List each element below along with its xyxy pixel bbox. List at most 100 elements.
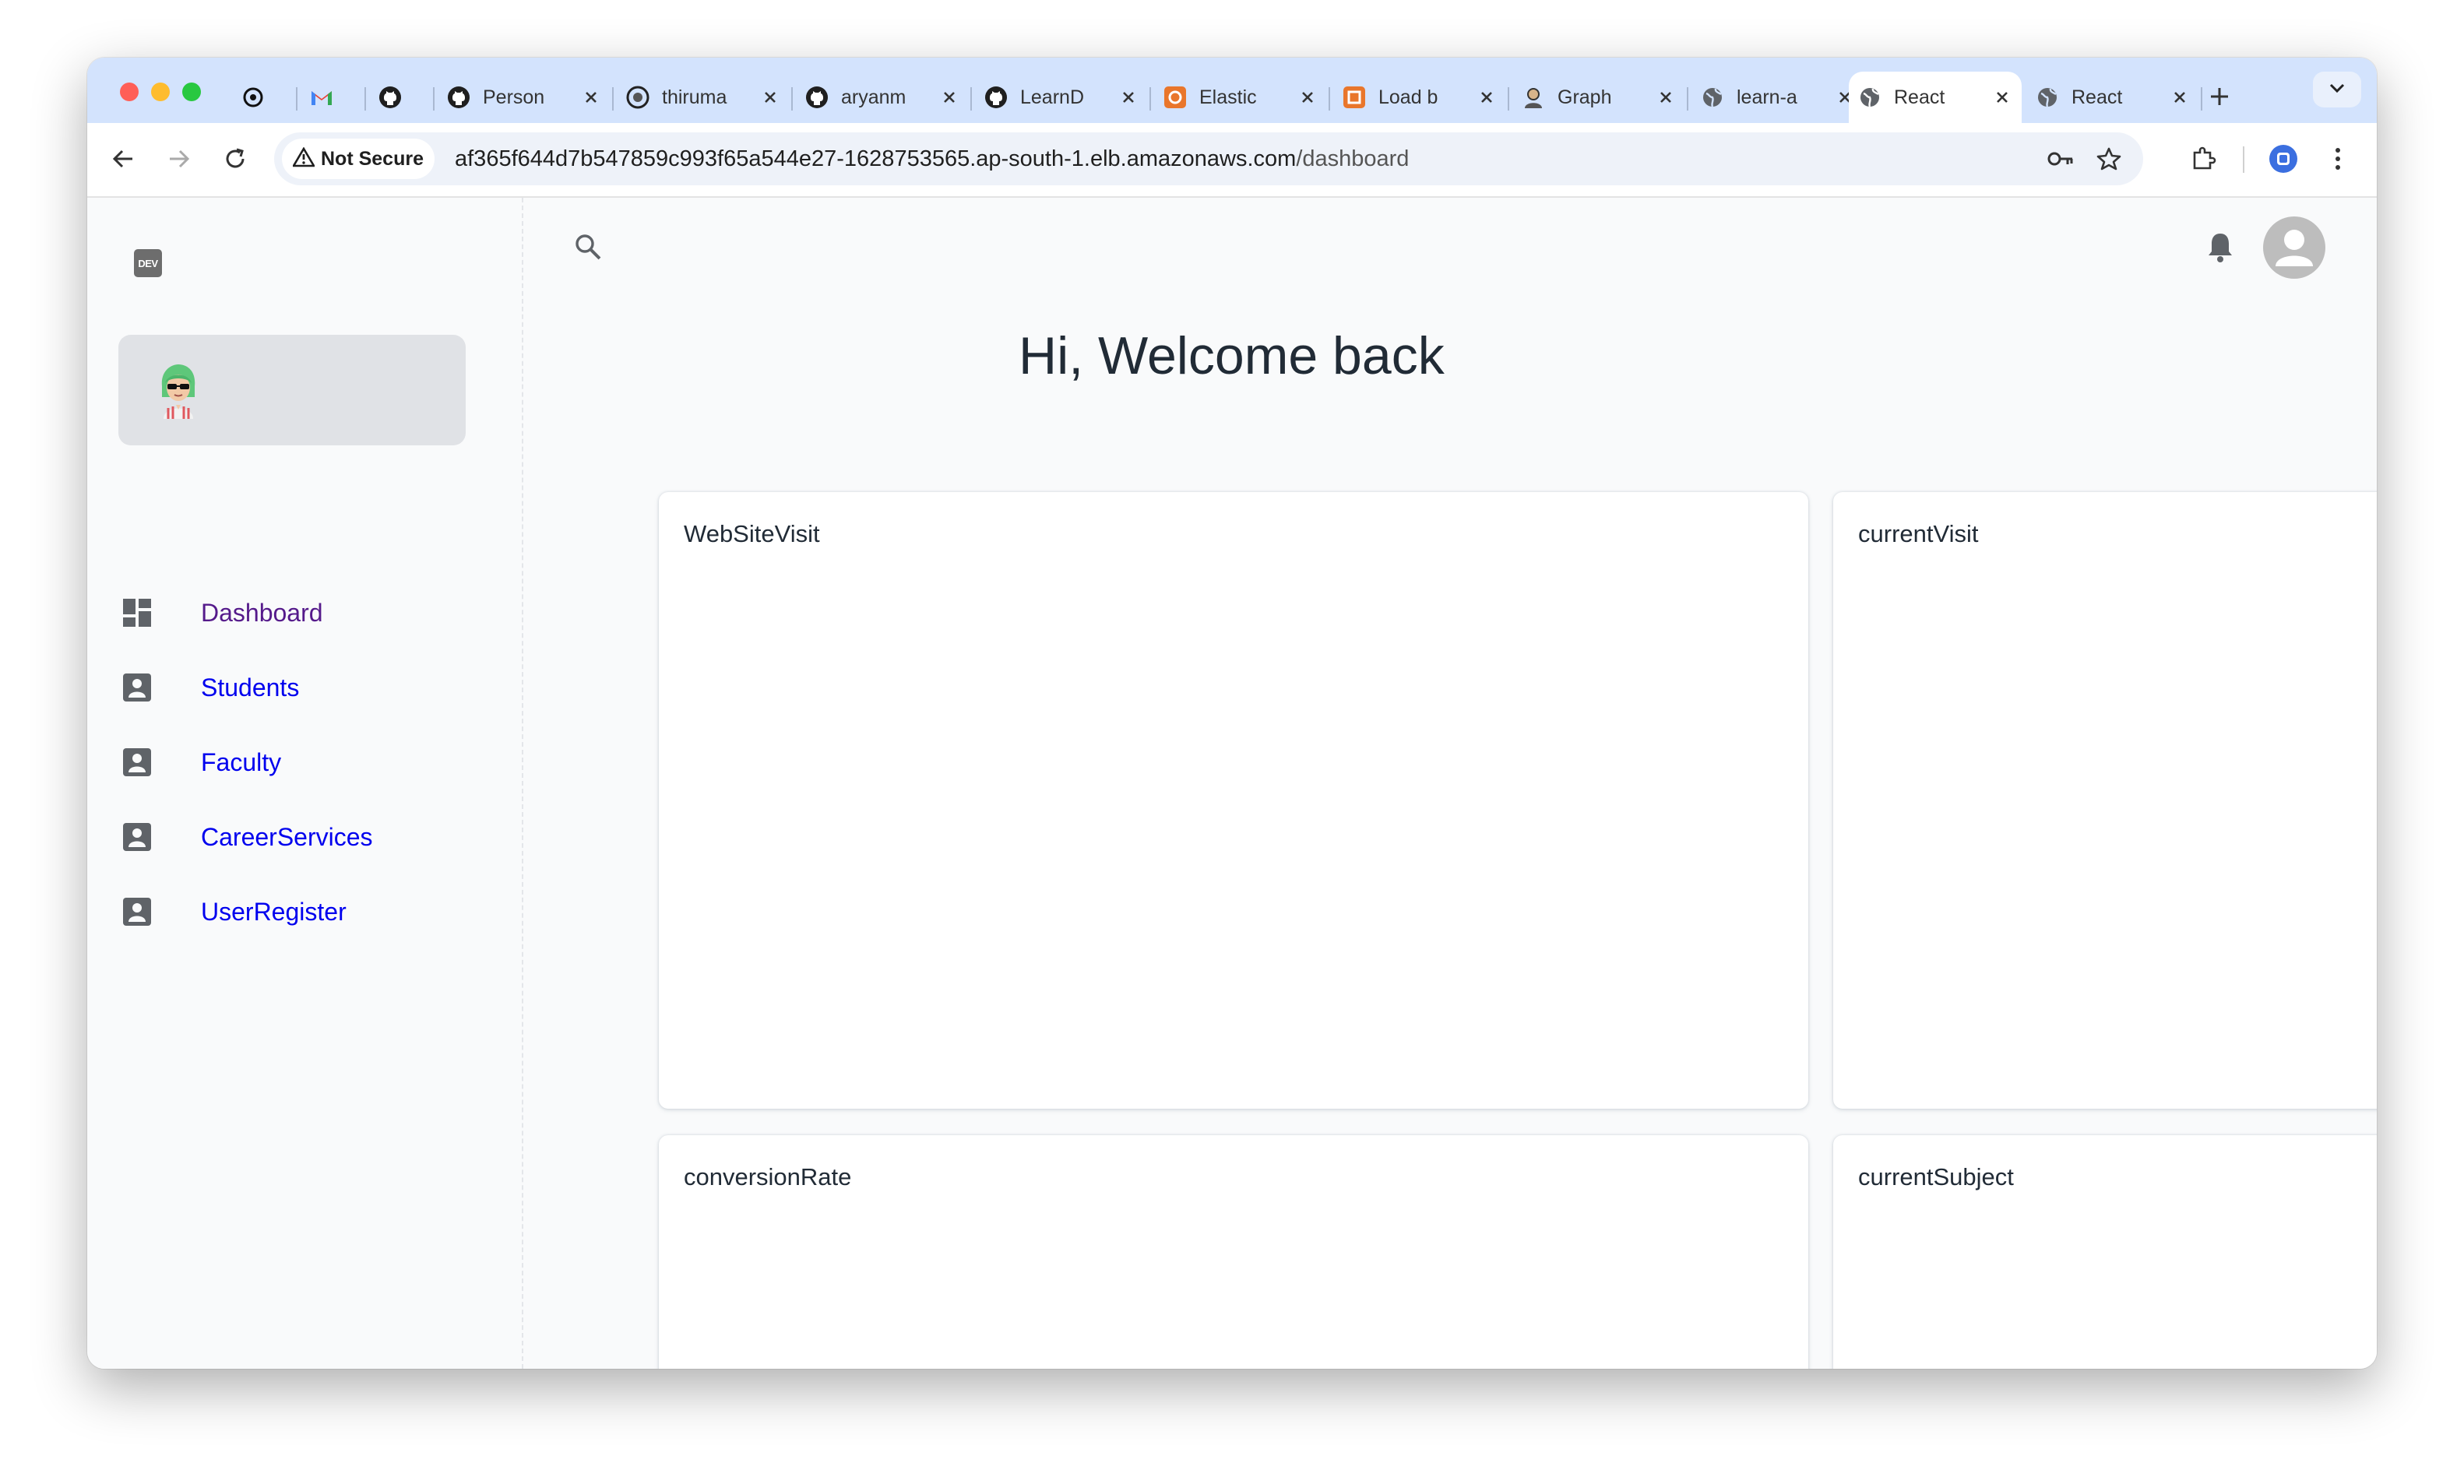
account-card[interactable] (118, 335, 466, 445)
github-icon (378, 86, 402, 109)
web-app: DEV Dashboard Students Faculty CareerSer… (87, 198, 2377, 1369)
app-logo[interactable]: DEV (134, 249, 162, 277)
person-icon (2263, 230, 2325, 279)
nav-label: UserRegister (201, 897, 347, 926)
tab-label: Elastic (1199, 86, 1257, 108)
url-text: af365f644d7b547859c993f65a544e27-1628753… (455, 146, 1409, 172)
profile-icon[interactable] (2268, 143, 2299, 174)
address-bar[interactable]: Not Secure af365f644d7b547859c993f65a544… (274, 132, 2143, 185)
main-content: Hi, Welcome back WebSiteVisit currentVis… (523, 198, 2377, 1369)
tab-separator (2201, 87, 2202, 111)
close-tab-icon[interactable] (760, 87, 780, 107)
card-title: currentSubject (1858, 1163, 2014, 1190)
account-box-icon (120, 820, 154, 854)
tab-person[interactable]: Person (438, 72, 611, 123)
nav-item-user-register[interactable]: UserRegister (111, 878, 477, 945)
tab-label: thiruma (662, 86, 727, 108)
tab-gmail[interactable] (301, 72, 363, 123)
minimize-window-button[interactable] (151, 83, 170, 101)
nav-label: Students (201, 673, 300, 702)
account-box-icon (120, 895, 154, 929)
user-avatar-button[interactable] (2263, 216, 2325, 279)
close-tab-icon[interactable] (939, 87, 959, 107)
account-box-icon (120, 670, 154, 705)
tab-label: React (2072, 86, 2123, 108)
gmail-icon (310, 86, 333, 109)
reload-button[interactable] (220, 143, 251, 174)
close-tab-icon[interactable] (1297, 87, 1318, 107)
more-options-icon[interactable] (2322, 143, 2353, 174)
page-title: Hi, Welcome back (1019, 326, 1445, 385)
tab-separator (296, 87, 297, 111)
maximize-window-button[interactable] (182, 83, 201, 101)
tab-separator (1687, 87, 1688, 111)
close-tab-icon[interactable] (1656, 87, 1676, 107)
tab-github[interactable] (369, 72, 431, 123)
tab-label: Person (483, 86, 545, 108)
tab-aryanm[interactable]: aryanm (796, 72, 969, 123)
nav-item-dashboard[interactable]: Dashboard (111, 579, 477, 646)
bell-icon (2206, 230, 2234, 267)
extensions-icon[interactable] (2188, 143, 2219, 174)
close-tab-icon[interactable] (581, 87, 601, 107)
avatar-icon (1522, 86, 1545, 109)
close-tab-icon[interactable] (1118, 87, 1139, 107)
tab-label: LearnD (1020, 86, 1084, 108)
url-path: /dashboard (1296, 146, 1410, 171)
tab-graph[interactable]: Graph (1512, 72, 1685, 123)
account-box-icon (120, 745, 154, 779)
tab-separator (791, 87, 793, 111)
dashboard-icon (120, 596, 154, 630)
globe-icon (1701, 86, 1724, 109)
close-tab-icon[interactable] (1477, 87, 1497, 107)
close-window-button[interactable] (120, 83, 139, 101)
tab-chatgpt[interactable] (232, 72, 294, 123)
tab-thiruma[interactable]: thiruma (617, 72, 790, 123)
browser-toolbar: Not Secure af365f644d7b547859c993f65a544… (87, 123, 2377, 198)
card-website-visit: WebSiteVisit (659, 492, 1808, 1109)
nav-item-faculty[interactable]: Faculty (111, 729, 477, 796)
password-key-icon[interactable] (2047, 145, 2075, 173)
back-button[interactable] (107, 143, 139, 174)
card-current-subject: currentSubject (1833, 1135, 2377, 1369)
github-avatar-icon (626, 86, 649, 109)
card-current-visit: currentVisit (1833, 492, 2377, 1109)
tab-learnd[interactable]: LearnD (975, 72, 1148, 123)
close-tab-icon[interactable] (2170, 87, 2190, 107)
forward-button[interactable] (164, 143, 195, 174)
nav-label: Faculty (201, 747, 282, 776)
tab-separator (1329, 87, 1330, 111)
tab-react-active[interactable]: React (1849, 72, 2022, 123)
tab-label: Graph (1558, 86, 1612, 108)
search-icon (573, 232, 603, 266)
github-icon (805, 86, 829, 109)
security-label: Not Secure (321, 147, 424, 170)
tab-elastic[interactable]: Elastic (1154, 72, 1327, 123)
tab-strip: Person thiruma aryanm LearnD Elastic Loa… (87, 58, 2377, 123)
globe-icon (2036, 86, 2059, 109)
github-icon (447, 86, 470, 109)
nav-item-students[interactable]: Students (111, 654, 477, 721)
nav-item-career-services[interactable]: CareerServices (111, 804, 477, 870)
tab-label: learn-a (1737, 86, 1797, 108)
tab-learn-a[interactable]: learn-a (1691, 72, 1864, 123)
nav-label: Dashboard (201, 598, 323, 627)
nav-label: CareerServices (201, 822, 373, 851)
tab-react[interactable]: React (2026, 72, 2199, 123)
openai-icon (241, 86, 265, 109)
tab-separator (1508, 87, 1509, 111)
bookmark-star-icon[interactable] (2095, 145, 2123, 173)
close-tab-icon[interactable] (1992, 87, 2012, 107)
notifications-button[interactable] (2201, 229, 2240, 268)
search-button[interactable] (568, 229, 607, 268)
globe-icon (1858, 86, 1881, 109)
browser-window: Person thiruma aryanm LearnD Elastic Loa… (87, 58, 2377, 1369)
site-info-chip[interactable]: Not Secure (282, 139, 435, 179)
card-title: currentVisit (1858, 520, 1979, 547)
tab-search-button[interactable] (2313, 72, 2361, 107)
new-tab-button[interactable] (2205, 83, 2233, 111)
tab-label: aryanm (841, 86, 906, 108)
tab-load-balancer[interactable]: Load b (1333, 72, 1506, 123)
github-icon (984, 86, 1008, 109)
tab-separator (1149, 87, 1151, 111)
